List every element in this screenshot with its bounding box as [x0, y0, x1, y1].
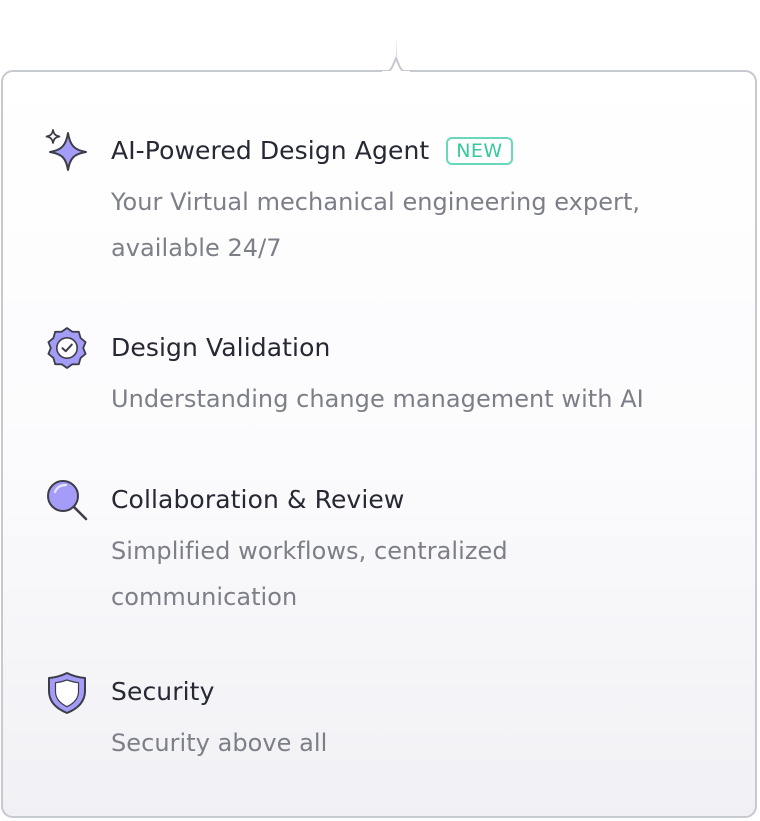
description-line: Simplified workflows, centralized [111, 537, 508, 565]
new-badge: NEW [446, 137, 513, 165]
menu-item-title-row: Security [111, 674, 214, 710]
shield-icon [43, 668, 91, 716]
menu-item-title: Design Validation [111, 333, 331, 362]
menu-item-description: Simplified workflows, centralized commun… [111, 528, 731, 620]
description-line: communication [111, 583, 298, 611]
description-line: Your Virtual mechanical engineering expe… [111, 188, 641, 216]
menu-item-title: Collaboration & Review [111, 485, 405, 514]
menu-item-description: Your Virtual mechanical engineering expe… [111, 179, 731, 271]
dropdown-menu-panel: AI-Powered Design Agent NEW Your Virtual… [1, 70, 757, 818]
page-canvas: AI-Powered Design Agent NEW Your Virtual… [0, 0, 760, 821]
menu-item-title-row: Design Validation [111, 330, 330, 366]
menu-item-description: Security above all [111, 720, 731, 766]
sparkle-icon [43, 127, 91, 175]
menu-item-title-row: AI-Powered Design Agent NEW [111, 133, 513, 169]
dropdown-pointer [382, 57, 410, 73]
menu-item-title: AI-Powered Design Agent [111, 136, 430, 165]
menu-item-title-row: Collaboration & Review [111, 482, 404, 518]
verified-badge-icon [43, 324, 91, 372]
menu-item-description: Understanding change management with AI [111, 376, 760, 422]
menu-item-title: Security [111, 677, 215, 706]
description-line: Security above all [111, 729, 328, 757]
description-line: available 24/7 [111, 234, 282, 262]
description-line: Understanding change management with AI [111, 385, 644, 413]
magnifying-glass-icon [43, 476, 91, 524]
